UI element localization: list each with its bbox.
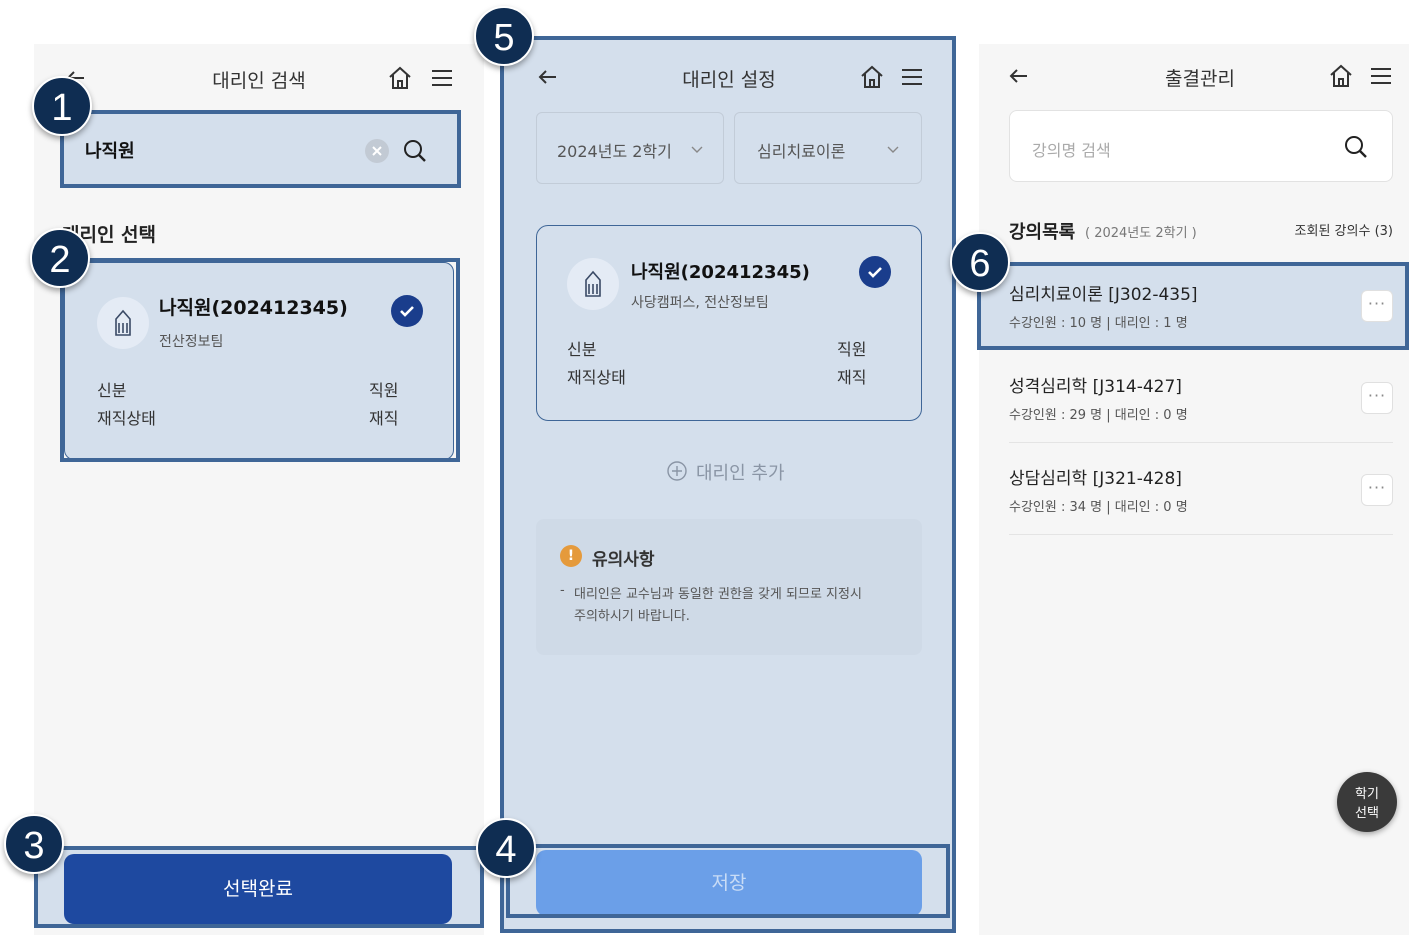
highlight-setting <box>500 36 956 933</box>
more-options-icon[interactable]: ··· <box>1361 474 1393 506</box>
back-arrow-icon[interactable] <box>1005 62 1033 90</box>
course-row[interactable]: 상담심리학 [J321-428] 수강인원 : 34 명 | 대리인 : 0 명… <box>979 448 1409 536</box>
page-title: 출결관리 <box>1165 68 1235 90</box>
menu-icon[interactable] <box>1367 62 1395 90</box>
search-icon[interactable] <box>1342 133 1370 161</box>
semester-select-fab[interactable]: 학기 선택 <box>1337 772 1397 832</box>
course-row[interactable]: 성격심리학 [J314-427] 수강인원 : 29 명 | 대리인 : 0 명… <box>979 356 1409 444</box>
course-search-box[interactable]: 강의명 검색 <box>1009 110 1393 182</box>
fab-label: 선택 <box>1355 806 1379 821</box>
menu-icon[interactable] <box>428 64 456 92</box>
highlight-save <box>506 844 950 918</box>
course-name: 성격심리학 [J314-427] <box>1009 377 1182 397</box>
highlight-course-row <box>977 262 1409 350</box>
attendance-screen: 출결관리 강의명 검색 강의목록 ( 2024년도 2학기 ) 조회된 강의수 … <box>979 44 1409 935</box>
list-subtitle: ( 2024년도 2학기 ) <box>1085 226 1197 241</box>
course-meta: 수강인원 : 29 명 | 대리인 : 0 명 <box>1009 408 1188 423</box>
course-name: 상담심리학 [J321-428] <box>1009 469 1182 489</box>
step-badge-2: 2 <box>30 228 90 288</box>
divider <box>1009 534 1393 535</box>
course-meta: 수강인원 : 34 명 | 대리인 : 0 명 <box>1009 500 1188 515</box>
highlight-card <box>60 258 460 462</box>
highlight-search <box>60 110 461 188</box>
step-badge-4: 4 <box>476 818 536 878</box>
fab-label: 학기 <box>1355 787 1379 802</box>
list-title: 강의목록 <box>1009 222 1076 243</box>
divider <box>1009 442 1393 443</box>
step-badge-6: 6 <box>950 232 1010 292</box>
step-badge-5: 5 <box>474 6 534 66</box>
search-input[interactable]: 강의명 검색 <box>1032 137 1111 161</box>
course-count: 조회된 강의수 (3) <box>1294 224 1393 239</box>
home-icon[interactable] <box>386 64 414 92</box>
highlight-confirm <box>34 846 484 928</box>
home-icon[interactable] <box>1327 62 1355 90</box>
step-badge-3: 3 <box>4 814 64 874</box>
step-badge-1: 1 <box>32 76 92 136</box>
more-options-icon[interactable]: ··· <box>1361 382 1393 414</box>
page-title: 대리인 검색 <box>212 70 306 92</box>
